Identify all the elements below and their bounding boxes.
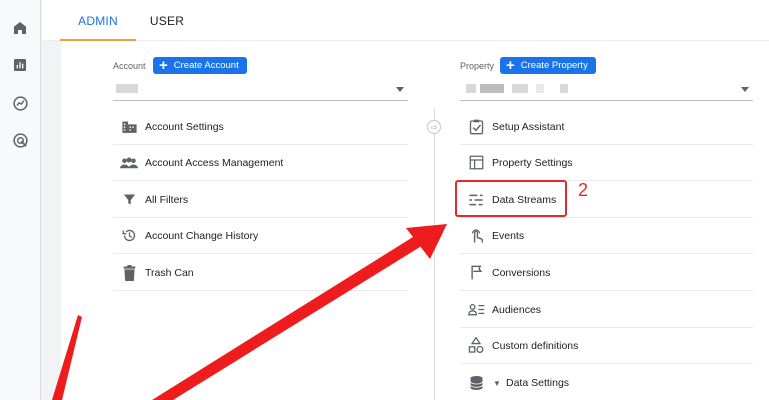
annotation-arrow-side [52, 315, 82, 400]
annotation-arrows [52, 224, 447, 400]
annotation-arrow-pointer [152, 224, 447, 400]
